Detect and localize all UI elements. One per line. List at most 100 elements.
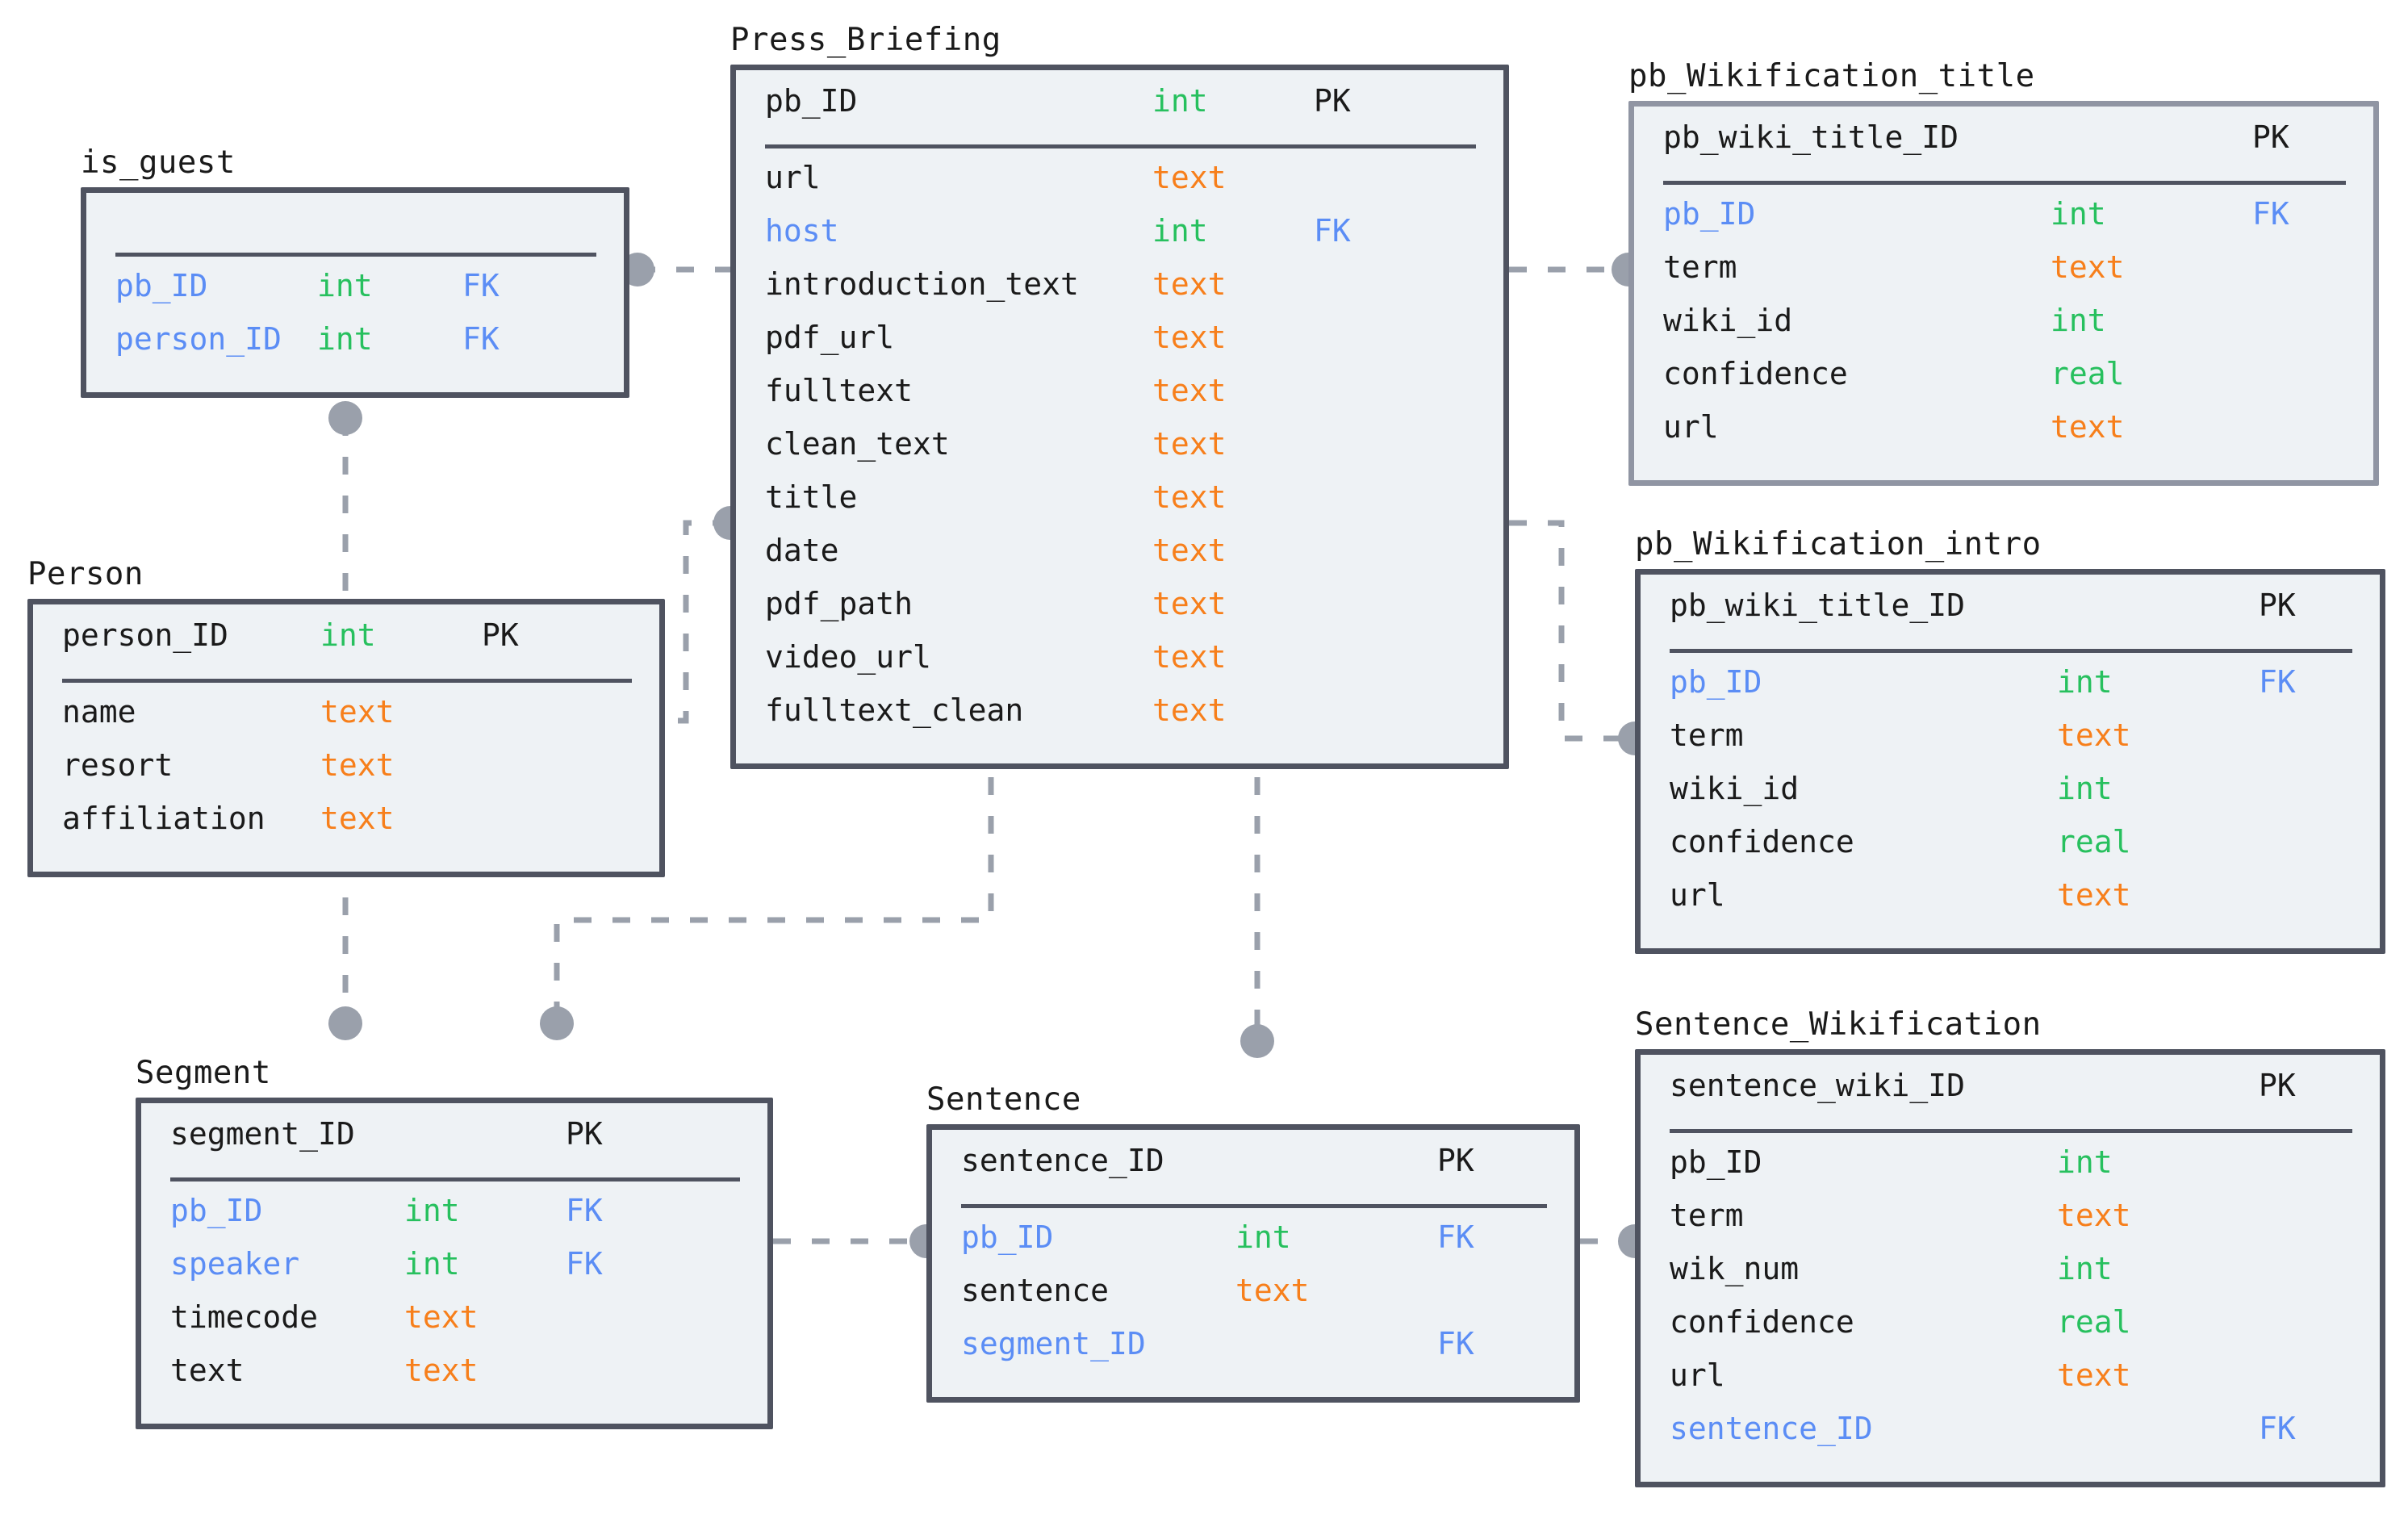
field-type: int xyxy=(317,268,373,303)
field-name: pb_ID xyxy=(1663,196,1756,232)
entity-box[interactable]: person_ID int PK name text resort text a… xyxy=(27,599,665,877)
entity-title: Press_Briefing xyxy=(730,22,1001,59)
field-row: sentence_ID FK xyxy=(1641,1411,2380,1464)
entity-box[interactable]: sentence_wiki_ID PK pb_ID int term text … xyxy=(1635,1049,2385,1487)
field-name: term xyxy=(1663,249,1737,285)
entity-title: Sentence xyxy=(926,1081,1081,1119)
field-name: wiki_id xyxy=(1670,771,1800,806)
field-type: int xyxy=(404,1193,460,1228)
field-type: text xyxy=(1152,692,1227,728)
entity-box[interactable]: pb_ID int FK person_ID int FK xyxy=(81,187,629,398)
field-row: affiliation text xyxy=(33,801,659,854)
field-name: pdf_path xyxy=(765,586,913,621)
pk-divider xyxy=(115,253,596,257)
entity-Person[interactable]: Person person_ID int PK name text resort… xyxy=(27,557,665,877)
field-row: resort text xyxy=(33,747,659,801)
field-row: wik_num int xyxy=(1641,1251,2380,1304)
pk-field-type: int xyxy=(320,617,376,653)
field-name: pb_ID xyxy=(170,1193,263,1228)
field-name: resort xyxy=(62,747,173,783)
entity-box[interactable]: pb_wiki_title_ID PK pb_ID int FK term te… xyxy=(1628,101,2379,486)
field-name: pb_ID xyxy=(1670,664,1762,700)
field-row: host int FK xyxy=(736,213,1503,266)
field-key-badge: FK xyxy=(462,321,500,357)
entity-box[interactable]: pb_ID int PK url text host int FK introd… xyxy=(730,65,1509,769)
er-diagram-canvas: is_guest pb_ID int FK person_ID int FK P… xyxy=(0,0,2408,1514)
field-type: text xyxy=(2057,1357,2131,1393)
pk-field-name: sentence_ID xyxy=(961,1143,1164,1178)
entity-pb_Wikification_title[interactable]: pb_Wikification_title pb_wiki_title_ID P… xyxy=(1628,59,2379,486)
field-row: name text xyxy=(33,694,659,747)
field-name: name xyxy=(62,694,136,730)
field-type: text xyxy=(404,1299,479,1335)
field-type: real xyxy=(2051,356,2125,391)
field-row: pb_ID int FK xyxy=(932,1219,1574,1273)
field-row: pb_ID int FK xyxy=(141,1193,767,1246)
field-row: wiki_id int xyxy=(1641,771,2380,824)
entity-Press_Briefing[interactable]: Press_Briefing pb_ID int PK url text hos… xyxy=(730,23,1509,769)
field-type: text xyxy=(2057,877,2131,913)
field-name: video_url xyxy=(765,639,931,675)
field-row: url text xyxy=(1634,409,2373,462)
entity-box[interactable]: pb_wiki_title_ID PK pb_ID int FK term te… xyxy=(1635,569,2385,954)
field-type: int xyxy=(2057,1144,2113,1180)
field-row: video_url text xyxy=(736,639,1503,692)
field-name: pb_ID xyxy=(115,268,208,303)
field-key-badge: FK xyxy=(1314,213,1351,249)
field-name: sentence xyxy=(961,1273,1110,1308)
entity-box[interactable]: sentence_ID PK pb_ID int FK sentence tex… xyxy=(926,1124,1580,1403)
pk-divider xyxy=(961,1204,1547,1208)
field-name: sentence_ID xyxy=(1670,1411,1873,1446)
field-type: text xyxy=(2051,409,2125,445)
entity-Segment[interactable]: Segment segment_ID PK pb_ID int FK speak… xyxy=(136,1056,773,1429)
field-name: pb_ID xyxy=(1670,1144,1762,1180)
edge-endpoint-dot xyxy=(1240,1024,1274,1058)
field-row: url text xyxy=(1641,877,2380,931)
pk-row: pb_ID int PK xyxy=(736,83,1503,136)
pk-divider xyxy=(62,679,632,683)
field-name: pb_ID xyxy=(961,1219,1054,1255)
field-type: text xyxy=(2057,1198,2131,1233)
field-row: segment_ID FK xyxy=(932,1326,1574,1379)
pk-row: sentence_wiki_ID PK xyxy=(1641,1068,2380,1121)
field-type: int xyxy=(317,321,373,357)
field-key-badge: FK xyxy=(462,268,500,303)
field-type: int xyxy=(1235,1219,1291,1255)
field-type: int xyxy=(2051,303,2106,338)
pk-divider xyxy=(1670,1129,2352,1133)
field-name: segment_ID xyxy=(961,1326,1146,1361)
field-type: text xyxy=(1152,586,1227,621)
pk-row: segment_ID PK xyxy=(141,1116,767,1169)
pk-badge: PK xyxy=(2252,119,2289,155)
edge-press_briefing-pb_wikification_intro xyxy=(1509,520,1635,742)
field-type: text xyxy=(320,747,395,783)
field-name: pdf_url xyxy=(765,320,895,355)
field-name: confidence xyxy=(1670,1304,1854,1340)
field-row: introduction_text text xyxy=(736,266,1503,320)
field-type: text xyxy=(320,801,395,836)
field-row: term text xyxy=(1634,249,2373,303)
field-name: clean_text xyxy=(765,426,950,462)
entity-Sentence_Wikification[interactable]: Sentence_Wikification sentence_wiki_ID P… xyxy=(1635,1007,2385,1487)
field-type: text xyxy=(1235,1273,1310,1308)
field-type: text xyxy=(1152,266,1227,302)
field-row: speaker int FK xyxy=(141,1246,767,1299)
field-name: url xyxy=(765,160,821,195)
entity-Sentence[interactable]: Sentence sentence_ID PK pb_ID int FK sen… xyxy=(926,1082,1580,1403)
field-name: fulltext_clean xyxy=(765,692,1024,728)
field-type: text xyxy=(1152,373,1227,408)
entity-is_guest[interactable]: is_guest pb_ID int FK person_ID int FK xyxy=(81,145,629,398)
field-name: fulltext xyxy=(765,373,913,408)
field-row: pdf_path text xyxy=(736,586,1503,639)
field-type: text xyxy=(2057,717,2131,753)
pk-badge: PK xyxy=(1437,1143,1474,1178)
pk-row: sentence_ID PK xyxy=(932,1143,1574,1196)
field-name: timecode xyxy=(170,1299,319,1335)
field-row: clean_text text xyxy=(736,426,1503,479)
field-row: wiki_id int xyxy=(1634,303,2373,356)
field-row: term text xyxy=(1641,717,2380,771)
entity-pb_Wikification_intro[interactable]: pb_Wikification_intro pb_wiki_title_ID P… xyxy=(1635,527,2385,954)
pk-badge: PK xyxy=(2259,588,2296,623)
field-name: host xyxy=(765,213,839,249)
entity-box[interactable]: segment_ID PK pb_ID int FK speaker int F… xyxy=(136,1098,773,1429)
